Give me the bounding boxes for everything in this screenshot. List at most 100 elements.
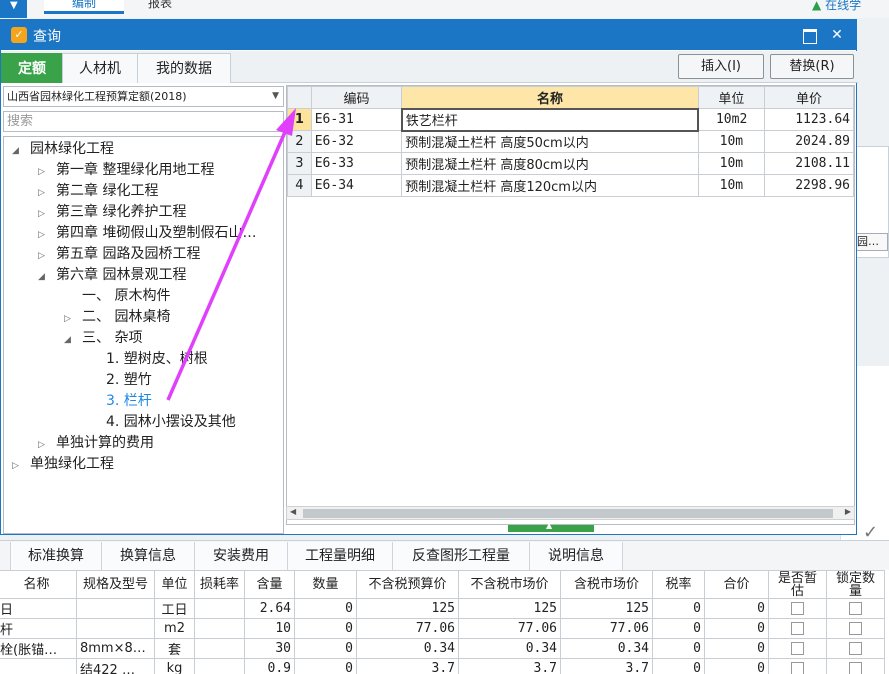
tree-item[interactable]: ▷ 单独绿化工程 (12, 454, 114, 475)
tree-item[interactable]: ▷ 第一章 整理绿化用地工程 (38, 160, 214, 181)
checkbox[interactable] (849, 602, 862, 615)
cell-tax[interactable]: 0 (652, 658, 705, 674)
tree-item[interactable]: ▷ 二、 园林桌椅 (64, 307, 170, 328)
cell-market-tax[interactable]: 3.7 (560, 658, 653, 674)
cell-price[interactable]: 2108.11 (763, 152, 854, 175)
cell-code[interactable]: E6-34 (310, 174, 403, 197)
cell-name[interactable]: 日 (0, 598, 77, 619)
cell-unit[interactable]: 10m (697, 130, 765, 153)
quota-library-select[interactable]: 山西省园林绿化工程预算定额(2018) ▼ (3, 86, 284, 107)
cell-tax[interactable]: 0 (652, 638, 705, 659)
cell-market[interactable]: 0.34 (458, 638, 561, 659)
maximize-icon[interactable] (801, 27, 817, 44)
cell-qty[interactable]: 0 (294, 618, 357, 639)
column-header[interactable]: 合价 (704, 570, 769, 599)
cell-name[interactable]: 预制混凝土栏杆 高度50cm以内 (401, 130, 699, 153)
scrollbar-thumb[interactable] (303, 509, 833, 518)
cell-qty-per[interactable]: 30 (244, 638, 295, 659)
table-row[interactable]: 4 E6-34 预制混凝土栏杆 高度120cm以内 10m 2298.96 (287, 174, 854, 197)
dialog-titlebar[interactable]: ✓ 查询 ✕ (1, 20, 856, 50)
cell-qty-per[interactable]: 0.9 (244, 658, 295, 674)
tree-item-selected[interactable]: 3. 栏杆 (88, 391, 152, 412)
row-number[interactable]: 1 (287, 108, 312, 131)
cell-budget[interactable]: 3.7 (356, 658, 459, 674)
cell-loss[interactable] (194, 658, 245, 674)
tab-reverse-lookup-quantity[interactable]: 反查图形工程量 (392, 542, 530, 571)
tab-quantity-detail[interactable]: 工程量明细 (287, 542, 393, 571)
checkbox[interactable] (849, 622, 862, 635)
table-row[interactable]: 杆 m2 10 0 77.06 77.06 77.06 0 0 (0, 618, 885, 639)
tree-item[interactable]: 4. 园林小摆设及其他 (88, 412, 236, 433)
cell-name[interactable]: 预制混凝土栏杆 高度120cm以内 (401, 174, 699, 197)
app-tab-report[interactable]: 报表 (140, 0, 180, 14)
tab-description-info[interactable]: 说明信息 (529, 542, 623, 571)
cell-market-tax[interactable]: 125 (560, 598, 653, 619)
tree-item[interactable]: 2. 塑竹 (88, 370, 152, 391)
collapsed-arrow-icon[interactable]: ▷ (38, 246, 56, 267)
column-header-price[interactable]: 单价 (763, 86, 854, 109)
cell-budget[interactable]: 0.34 (356, 638, 459, 659)
scroll-left-icon[interactable]: ◀ (290, 507, 296, 516)
collapsed-arrow-icon[interactable]: ▷ (38, 204, 56, 225)
column-header[interactable]: 是否暂估 (768, 570, 827, 599)
table-row[interactable]: 栓(胀锚… 8mm×8… 套 30 0 0.34 0.34 0.34 0 0 (0, 638, 885, 659)
cell-code[interactable]: E6-31 (310, 108, 403, 131)
online-learning-link[interactable]: ▲ 在线学 (812, 0, 861, 13)
tree-item[interactable]: ◢ 三、 杂项 (64, 328, 142, 349)
tab-conversion-info[interactable]: 换算信息 (101, 542, 195, 571)
replace-button[interactable]: 替换(R) (770, 54, 854, 79)
cell-qty-per[interactable]: 2.64 (244, 598, 295, 619)
table-row[interactable]: 1 E6-31 铁艺栏杆 10m2 1123.64 (287, 107, 854, 132)
checkbox[interactable] (849, 662, 862, 674)
tab-quota[interactable]: 定额 (1, 53, 63, 83)
cell-total[interactable]: 0 (704, 658, 769, 674)
cell-spec[interactable]: 8mm×8… (76, 638, 155, 659)
cell-spec[interactable] (76, 618, 155, 639)
cell-price[interactable]: 1123.64 (763, 108, 854, 131)
cell-unit[interactable]: 工日 (154, 598, 195, 619)
cell-spec[interactable]: 结422 … (76, 658, 155, 674)
cell-unit[interactable]: 10m (697, 174, 765, 197)
tree-item[interactable]: ▷ 第三章 绿化养护工程 (38, 202, 186, 223)
cell-unit[interactable]: kg (154, 658, 195, 674)
tab-labor-material-machine[interactable]: 人材机 (62, 53, 138, 83)
column-header[interactable]: 名称 (0, 570, 77, 599)
table-row[interactable]: 3 E6-33 预制混凝土栏杆 高度80cm以内 10m 2108.11 (287, 152, 854, 175)
tree-item[interactable]: ▷ 第二章 绿化工程 (38, 181, 158, 202)
cell-qty[interactable]: 0 (294, 598, 357, 619)
tree-item[interactable]: ▷ 第五章 园路及园桥工程 (38, 244, 200, 265)
collapsed-arrow-icon[interactable]: ▷ (64, 309, 82, 330)
cell-market[interactable]: 125 (458, 598, 561, 619)
cell-qty[interactable]: 0 (294, 658, 357, 674)
collapsed-arrow-icon[interactable]: ▷ (12, 456, 30, 477)
cell-loss[interactable] (194, 598, 245, 619)
cell-market-tax[interactable]: 0.34 (560, 638, 653, 659)
cell-unit[interactable]: 10m2 (697, 108, 765, 131)
insert-button[interactable]: 插入(I) (678, 54, 764, 79)
cell-name[interactable] (0, 658, 77, 674)
search-input[interactable]: 搜索 (3, 111, 284, 132)
collapsed-arrow-icon[interactable]: ▷ (38, 183, 56, 204)
expanded-arrow-icon[interactable]: ◢ (12, 141, 30, 162)
checkbox[interactable] (791, 662, 804, 674)
scroll-right-icon[interactable]: ▶ (845, 507, 851, 516)
tree-item[interactable]: ◢ 园林绿化工程 (12, 139, 114, 160)
column-header[interactable]: 含量 (244, 570, 295, 599)
tree-item[interactable]: 一、 原木构件 (64, 286, 170, 307)
column-header[interactable]: 规格及型号 (76, 570, 155, 599)
cell-market[interactable]: 77.06 (458, 618, 561, 639)
column-header[interactable]: 数量 (294, 570, 357, 599)
column-header[interactable]: 锁定数量 (826, 570, 885, 599)
cell-name[interactable]: 杆 (0, 618, 77, 639)
tree-item[interactable]: 1. 塑树皮、树根 (88, 349, 208, 370)
row-number[interactable]: 4 (287, 174, 312, 197)
cell-total[interactable]: 0 (704, 638, 769, 659)
cell-code[interactable]: E6-33 (310, 152, 403, 175)
column-header-unit[interactable]: 单位 (697, 86, 765, 109)
tree-item[interactable]: ▷ 单独计算的费用 (38, 433, 154, 454)
cell-code[interactable]: E6-32 (310, 130, 403, 153)
checkbox[interactable] (791, 642, 804, 655)
collapsed-arrow-icon[interactable]: ▷ (38, 435, 56, 456)
tab-standard-conversion[interactable]: 标准换算 (10, 542, 102, 571)
cell-spec[interactable] (76, 598, 155, 619)
